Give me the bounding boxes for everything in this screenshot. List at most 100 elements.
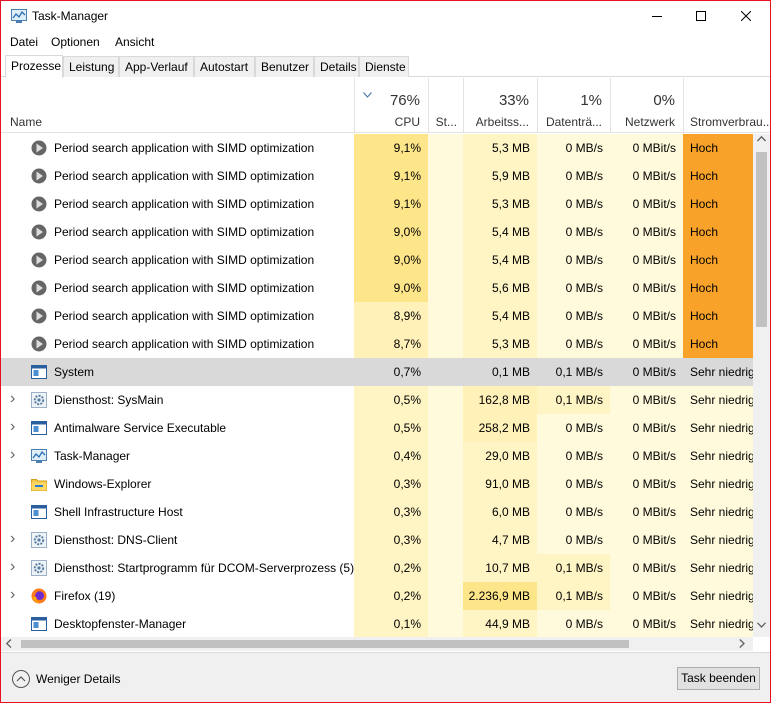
expand-chevron-icon[interactable]: › bbox=[10, 442, 15, 468]
scroll-left-icon[interactable] bbox=[6, 639, 12, 648]
task-manager-window: Task-Manager Datei Optionen Ansicht Proz… bbox=[0, 0, 771, 703]
table-row[interactable]: Windows-Explorer 0,3% 91,0 MB 0 MB/s 0 MBit/… bbox=[1, 470, 753, 498]
play-app-icon bbox=[31, 252, 47, 268]
column-status-header[interactable]: St... bbox=[428, 78, 463, 133]
table-row[interactable]: Shell Infrastructure Host 0,3% 6,0 MB 0 MB/… bbox=[1, 498, 753, 526]
tab-app-history[interactable]: App-Verlauf bbox=[119, 56, 194, 77]
close-button[interactable] bbox=[723, 1, 769, 31]
horizontal-scroll-thumb[interactable] bbox=[21, 640, 629, 648]
expand-chevron-icon[interactable]: › bbox=[10, 554, 15, 580]
cpu-total: 76% bbox=[389, 92, 420, 109]
process-name-cell[interactable]: Period search application with SIMD opti… bbox=[1, 274, 354, 302]
process-name-cell[interactable]: Period search application with SIMD opti… bbox=[1, 218, 354, 246]
process-name-cell[interactable]: Period search application with SIMD opti… bbox=[1, 162, 354, 190]
title-bar[interactable]: Task-Manager bbox=[1, 1, 770, 31]
table-row[interactable]: › Diensthost: Startprogramm für DCOM-Serv… bbox=[1, 554, 753, 582]
table-row[interactable]: Period search application with SIMD opti… bbox=[1, 246, 753, 274]
menu-view[interactable]: Ansicht bbox=[115, 35, 154, 49]
tab-details[interactable]: Details bbox=[314, 56, 359, 77]
process-name-cell[interactable]: › Diensthost: SysMain bbox=[1, 386, 354, 414]
maximize-button[interactable] bbox=[678, 1, 724, 31]
table-row[interactable]: Period search application with SIMD opti… bbox=[1, 134, 753, 162]
expand-chevron-icon[interactable]: › bbox=[10, 386, 15, 412]
end-task-button[interactable]: Task beenden bbox=[677, 667, 760, 690]
process-name-cell[interactable]: Period search application with SIMD opti… bbox=[1, 134, 354, 162]
table-row[interactable]: › Diensthost: SysMain 0,5% 162,8 MB 0,1 MB/s… bbox=[1, 386, 753, 414]
network-cell: 0 MBit/s bbox=[610, 274, 683, 302]
cpu-cell: 0,3% bbox=[354, 470, 428, 498]
network-cell: 0 MBit/s bbox=[610, 162, 683, 190]
vertical-scroll-thumb[interactable] bbox=[756, 152, 767, 327]
expand-chevron-icon[interactable]: › bbox=[10, 526, 15, 552]
process-name-cell[interactable]: Period search application with SIMD opti… bbox=[1, 330, 354, 358]
power-cell: Hoch bbox=[683, 134, 753, 162]
cpu-cell: 0,2% bbox=[354, 582, 428, 610]
folder-icon bbox=[31, 479, 47, 491]
status-cell bbox=[428, 526, 463, 554]
status-cell bbox=[428, 358, 463, 386]
status-cell bbox=[428, 190, 463, 218]
column-network-header[interactable]: 0% Netzwerk bbox=[610, 78, 683, 133]
table-row[interactable]: › Antimalware Service Executable 0,5% 258,2… bbox=[1, 414, 753, 442]
power-label: Stromverbrau... bbox=[690, 115, 771, 129]
table-row[interactable]: Period search application with SIMD opti… bbox=[1, 190, 753, 218]
memory-cell: 4,7 MB bbox=[463, 526, 537, 554]
network-cell: 0 MBit/s bbox=[610, 470, 683, 498]
process-name-cell[interactable]: › Firefox (19) bbox=[1, 582, 354, 610]
tab-startup[interactable]: Autostart bbox=[194, 56, 255, 77]
table-row[interactable]: System 0,7% 0,1 MB 0,1 MB/s 0 MBit/s Sehr nie… bbox=[1, 358, 753, 386]
table-row[interactable]: Desktopfenster-Manager 0,1% 44,9 MB 0 MB/s 0… bbox=[1, 610, 753, 637]
table-row[interactable]: Period search application with SIMD opti… bbox=[1, 274, 753, 302]
column-name-header[interactable]: Name bbox=[10, 115, 42, 129]
table-row[interactable]: Period search application with SIMD opti… bbox=[1, 218, 753, 246]
status-label: St... bbox=[435, 115, 457, 129]
process-name-cell[interactable]: › Antimalware Service Executable bbox=[1, 414, 354, 442]
table-row[interactable]: › Diensthost: DNS-Client 0,3% 4,7 MB 0 MB/s 0… bbox=[1, 526, 753, 554]
column-cpu-header[interactable]: 76% CPU bbox=[354, 78, 428, 133]
table-row[interactable]: Period search application with SIMD opti… bbox=[1, 302, 753, 330]
minimize-button[interactable] bbox=[634, 1, 680, 31]
process-name-cell[interactable]: Period search application with SIMD opti… bbox=[1, 190, 354, 218]
scroll-right-icon[interactable] bbox=[739, 639, 745, 648]
process-name-cell[interactable]: › Diensthost: DNS-Client bbox=[1, 526, 354, 554]
process-name-cell[interactable]: › Task-Manager bbox=[1, 442, 354, 470]
horizontal-scrollbar[interactable] bbox=[1, 637, 753, 651]
column-power-header[interactable]: Stromverbrau... bbox=[683, 78, 770, 133]
tab-services[interactable]: Dienste bbox=[359, 56, 409, 77]
menu-file[interactable]: Datei bbox=[10, 35, 38, 49]
column-disk-header[interactable]: 1% Datenträ... bbox=[537, 78, 610, 133]
process-name: Period search application with SIMD opti… bbox=[54, 225, 315, 239]
disk-label: Datenträ... bbox=[545, 115, 602, 129]
table-row[interactable]: Period search application with SIMD opti… bbox=[1, 162, 753, 190]
menu-options[interactable]: Optionen bbox=[51, 35, 100, 49]
disk-cell: 0 MB/s bbox=[537, 274, 610, 302]
process-name-cell[interactable]: Period search application with SIMD opti… bbox=[1, 246, 354, 274]
power-cell: Sehr niedrig bbox=[683, 470, 753, 498]
expand-chevron-icon[interactable]: › bbox=[10, 582, 15, 608]
table-row[interactable]: › Firefox (19) 0,2% 2.236,9 MB 0,1 MB/s 0 MBi… bbox=[1, 582, 753, 610]
network-cell: 0 MBit/s bbox=[610, 610, 683, 637]
tab-users[interactable]: Benutzer bbox=[255, 56, 314, 77]
column-memory-header[interactable]: 33% Arbeitss... bbox=[463, 78, 537, 133]
status-cell bbox=[428, 218, 463, 246]
gear-icon bbox=[31, 392, 47, 408]
vertical-scrollbar[interactable] bbox=[753, 134, 770, 637]
expand-chevron-icon[interactable]: › bbox=[10, 414, 15, 440]
cpu-cell: 0,7% bbox=[354, 358, 428, 386]
scroll-down-icon[interactable] bbox=[757, 622, 766, 628]
process-name-cell[interactable]: › Diensthost: Startprogramm für DCOM-Serv… bbox=[1, 554, 354, 582]
tab-processes[interactable]: Prozesse bbox=[5, 55, 63, 78]
play-app-icon bbox=[31, 140, 47, 156]
power-cell: Sehr niedrig bbox=[683, 582, 753, 610]
process-name-cell[interactable]: Period search application with SIMD opti… bbox=[1, 302, 354, 330]
table-row[interactable]: Period search application with SIMD opti… bbox=[1, 330, 753, 358]
table-row[interactable]: › Task-Manager 0,4% 29,0 MB 0 MB/s 0 MBit/s Se… bbox=[1, 442, 753, 470]
memory-cell: 29,0 MB bbox=[463, 442, 537, 470]
process-name-cell[interactable]: Windows-Explorer bbox=[1, 470, 354, 498]
process-name-cell[interactable]: System bbox=[1, 358, 354, 386]
process-name-cell[interactable]: Desktopfenster-Manager bbox=[1, 610, 354, 637]
memory-cell: 44,9 MB bbox=[463, 610, 537, 637]
tab-performance[interactable]: Leistung bbox=[63, 56, 119, 77]
scroll-up-icon[interactable] bbox=[757, 136, 766, 142]
process-name-cell[interactable]: Shell Infrastructure Host bbox=[1, 498, 354, 526]
